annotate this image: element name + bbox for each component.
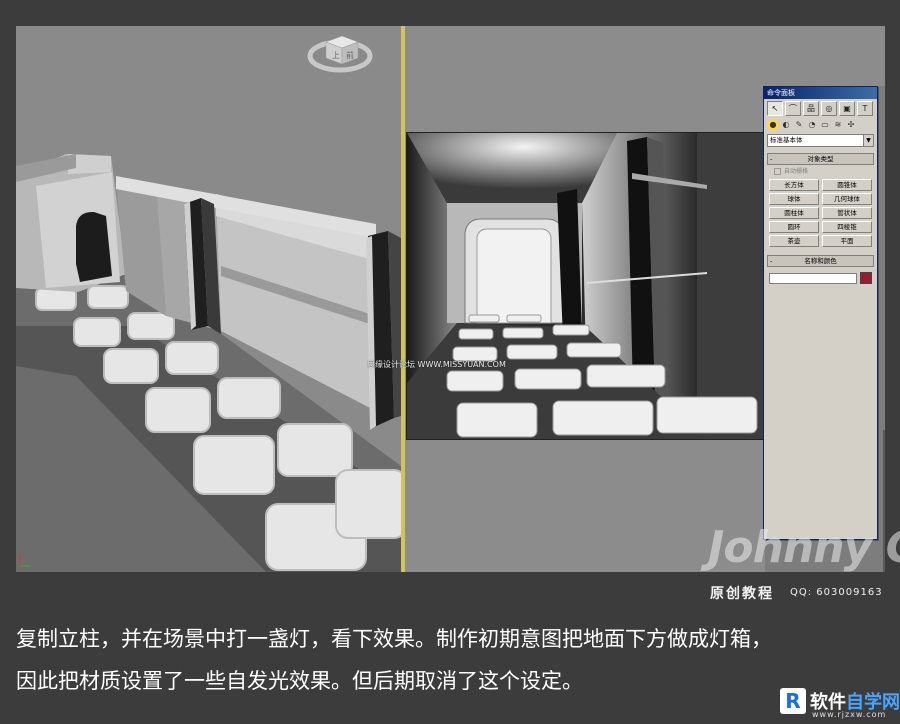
object-type-label: 对象类型 bbox=[807, 155, 834, 163]
checkbox-icon bbox=[774, 168, 781, 175]
display-tab-icon[interactable]: ▣ bbox=[839, 101, 855, 116]
object-color-swatch[interactable] bbox=[860, 272, 872, 284]
chevron-down-icon[interactable]: ▼ bbox=[863, 135, 873, 146]
plane-button[interactable]: 平面 bbox=[822, 235, 872, 247]
rendered-frame bbox=[406, 132, 764, 440]
viewcube-top-label: 上 bbox=[332, 51, 340, 60]
author-brand: Johnny G bbox=[708, 522, 900, 573]
category-value: 标准基本体 bbox=[770, 136, 803, 144]
object-type-rollout-header[interactable]: - 对象类型 bbox=[767, 153, 874, 165]
create-subtabs: ● ◐ ✎ ◔ ▭ ≋ ✣ bbox=[764, 118, 877, 132]
rollout-collapse-sign: - bbox=[770, 257, 773, 265]
name-color-label: 名称和颜色 bbox=[804, 257, 837, 265]
name-color-row bbox=[764, 269, 877, 287]
command-panel: 命令面板 ↖ ⌒ 品 ◎ ▣ T ● ◐ ✎ ◔ ▭ ≋ ✣ 标准基本体 ▼ -… bbox=[763, 86, 878, 540]
cylinder-button[interactable]: 圆柱体 bbox=[769, 207, 819, 219]
teapot-button[interactable]: 茶壶 bbox=[769, 235, 819, 247]
sphere-button[interactable]: 球体 bbox=[769, 193, 819, 205]
command-panel-title[interactable]: 命令面板 bbox=[764, 87, 877, 99]
modify-tab-icon[interactable]: ⌒ bbox=[785, 101, 801, 116]
name-color-rollout-header[interactable]: - 名称和颜色 bbox=[767, 255, 874, 267]
create-tab-icon[interactable]: ↖ bbox=[767, 101, 783, 116]
torus-button[interactable]: 圆环 bbox=[769, 221, 819, 233]
motion-tab-icon[interactable]: ◎ bbox=[821, 101, 837, 116]
rendered-corridor bbox=[407, 133, 763, 439]
box-button[interactable]: 长方体 bbox=[769, 179, 819, 191]
geometry-icon[interactable]: ● bbox=[767, 119, 779, 131]
category-dropdown[interactable]: 标准基本体 ▼ bbox=[767, 134, 874, 147]
author-brand-subtitle: 原创教程 bbox=[710, 586, 774, 602]
shapes-icon[interactable]: ◐ bbox=[780, 119, 792, 131]
logo-mark-icon: R bbox=[780, 688, 806, 714]
lights-icon[interactable]: ✎ bbox=[793, 119, 805, 131]
geosphere-button[interactable]: 几何球体 bbox=[822, 193, 872, 205]
rollout-collapse-sign: - bbox=[770, 155, 773, 163]
systems-icon[interactable]: ✣ bbox=[845, 119, 857, 131]
perspective-viewport[interactable]: 上 前 bbox=[16, 26, 401, 572]
autogrid-label: 自动栅格 bbox=[784, 168, 809, 175]
author-qq: QQ: 603009163 bbox=[790, 587, 883, 598]
corridor-scene-left bbox=[16, 26, 401, 572]
screenshot-stage: 上 前 命令面板 ↖ ⌒ 品 ◎ ▣ T ● ◐ ✎ ◔ ▭ ≋ ✣ 标准基本体… bbox=[0, 0, 900, 724]
autogrid-checkbox[interactable]: 自动栅格 bbox=[764, 167, 877, 177]
cameras-icon[interactable]: ◔ bbox=[806, 119, 818, 131]
viewcube[interactable]: 上 前 bbox=[306, 28, 376, 76]
command-panel-tabs: ↖ ⌒ 品 ◎ ▣ T bbox=[764, 99, 877, 118]
viewcube-front-label: 前 bbox=[346, 50, 354, 60]
site-watermark: 思缘设计论坛 WWW.MISSYUAN.COM bbox=[367, 360, 506, 369]
tube-button[interactable]: 管状体 bbox=[822, 207, 872, 219]
hierarchy-tab-icon[interactable]: 品 bbox=[803, 101, 819, 116]
pyramid-button[interactable]: 四棱锥 bbox=[822, 221, 872, 233]
object-type-buttons: 长方体 圆锥体 球体 几何球体 圆柱体 管状体 圆环 四棱锥 茶壶 平面 bbox=[764, 177, 877, 249]
helpers-icon[interactable]: ▭ bbox=[819, 119, 831, 131]
spacewarps-icon[interactable]: ≋ bbox=[832, 119, 844, 131]
cone-button[interactable]: 圆锥体 bbox=[822, 179, 872, 191]
site-logo[interactable]: R 软件自学网 www.rjzxw.com bbox=[780, 688, 900, 720]
object-name-input[interactable] bbox=[769, 272, 857, 284]
caption-line-1: 复制立柱，并在场景中打一盏灯，看下效果。制作初期意图把地面下方做成灯箱， bbox=[16, 627, 772, 651]
caption-line-2: 因此把材质设置了一些自发光效果。但后期取消了这个设定。 bbox=[16, 669, 583, 693]
caption: 复制立柱，并在场景中打一盏灯，看下效果。制作初期意图把地面下方做成灯箱， 因此把… bbox=[16, 618, 886, 702]
logo-url: www.rjzxw.com bbox=[812, 710, 887, 719]
utilities-tab-icon[interactable]: T bbox=[857, 101, 873, 116]
